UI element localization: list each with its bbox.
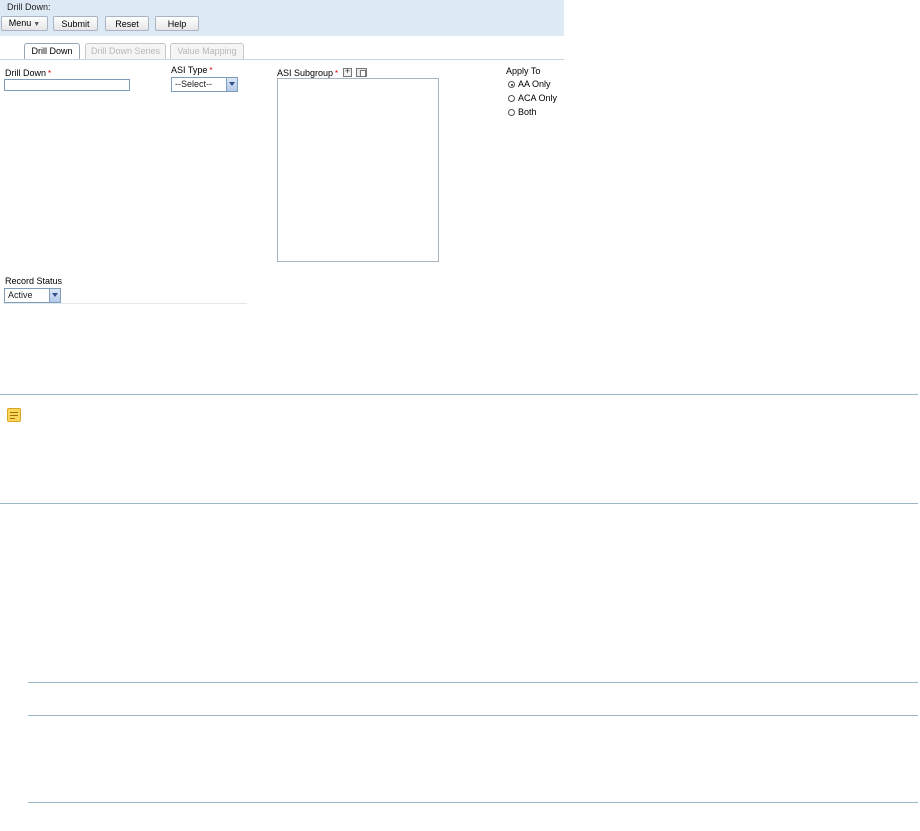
asi-subgroup-label-text: ASI Subgroup	[277, 68, 334, 78]
radio-aca-only[interactable]: ACA Only	[508, 93, 557, 103]
section-divider	[0, 394, 918, 395]
asi-subgroup-list[interactable]	[277, 78, 439, 262]
record-status-label: Record Status	[5, 276, 63, 286]
asi-type-label-text: ASI Type	[171, 65, 208, 75]
submit-button[interactable]: Submit	[53, 16, 98, 31]
radio-aa-only[interactable]: AA Only	[508, 79, 551, 89]
radio-button-checked[interactable]	[508, 81, 515, 88]
help-button[interactable]: Help	[155, 16, 199, 31]
menu-button[interactable]: Menu ▼	[1, 16, 48, 31]
required-mark: *	[48, 69, 52, 78]
tab-divider	[0, 59, 564, 60]
record-status-selected: Active	[8, 290, 33, 300]
header-bar: Drill Down: Menu ▼ Submit Reset Help	[0, 0, 564, 36]
drill-down-label-text: Drill Down	[5, 68, 47, 78]
reset-button[interactable]: Reset	[105, 16, 149, 31]
record-status-select[interactable]: Active	[4, 288, 61, 303]
chevron-down-icon[interactable]	[226, 78, 237, 91]
section-divider	[0, 503, 918, 504]
drill-down-label: Drill Down *	[5, 68, 51, 78]
asi-subgroup-label: ASI Subgroup *	[277, 66, 368, 78]
apply-to-label: Apply To	[506, 66, 541, 76]
drill-down-input[interactable]	[4, 79, 130, 91]
section-divider	[28, 715, 918, 716]
radio-aca-only-label: ACA Only	[518, 93, 558, 103]
asi-type-select[interactable]: --Select--	[171, 77, 238, 92]
menu-button-label: Menu	[8, 18, 32, 28]
page-title: Drill Down:	[7, 2, 51, 12]
chevron-down-icon[interactable]	[49, 289, 60, 302]
tab-drill-down-series[interactable]: Drill Down Series	[85, 43, 166, 60]
note-icon	[7, 408, 21, 422]
radio-button[interactable]	[508, 109, 515, 116]
radio-both[interactable]: Both	[508, 107, 537, 117]
required-mark: *	[335, 69, 339, 78]
delete-icon[interactable]	[356, 68, 368, 77]
section-divider	[28, 802, 918, 803]
tab-drill-down[interactable]: Drill Down	[24, 43, 80, 60]
add-icon[interactable]	[342, 66, 352, 77]
form-divider	[4, 303, 247, 304]
tab-value-mapping[interactable]: Value Mapping	[170, 43, 244, 60]
radio-button[interactable]	[508, 95, 515, 102]
section-divider	[28, 682, 918, 683]
radio-both-label: Both	[518, 107, 537, 117]
chevron-down-icon: ▼	[33, 21, 41, 28]
asi-type-selected: --Select--	[175, 79, 213, 89]
radio-aa-only-label: AA Only	[518, 79, 551, 89]
asi-type-label: ASI Type *	[171, 65, 212, 75]
required-mark: *	[209, 66, 213, 75]
